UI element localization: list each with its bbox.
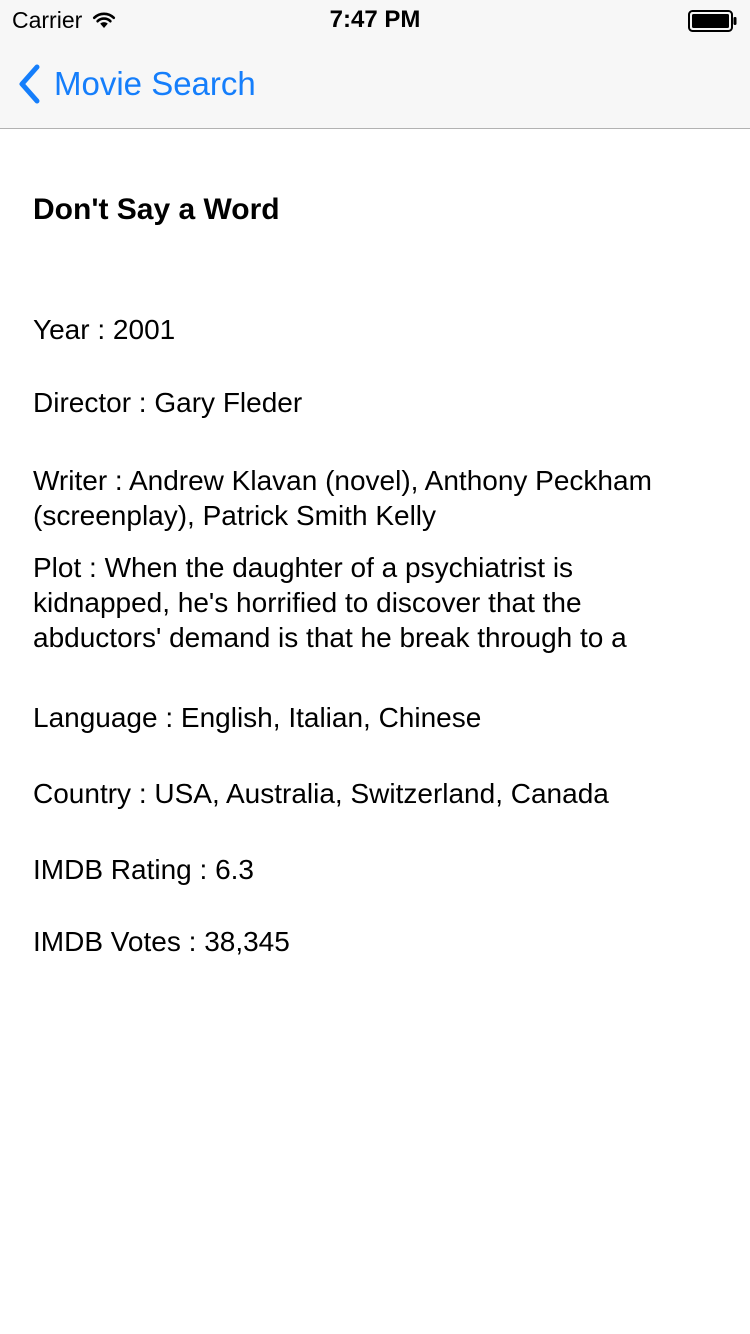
plot-value: When the daughter of a psychiatrist is k… — [33, 552, 627, 653]
country-label: Country — [33, 778, 132, 809]
imdb-rating-value: 6.3 — [215, 854, 254, 885]
navigation-bar: Movie Search — [0, 40, 750, 129]
imdb-rating-label: IMDB Rating — [33, 854, 192, 885]
writer-label: Writer — [33, 465, 108, 496]
chevron-left-icon — [19, 64, 40, 104]
language-field: Language : English, Italian, Chinese — [33, 700, 713, 735]
plot-field: Plot : When the daughter of a psychiatri… — [33, 550, 713, 655]
imdb-votes-label: IMDB Votes — [33, 926, 181, 957]
year-label: Year — [33, 314, 90, 345]
imdb-votes-field: IMDB Votes : 38,345 — [33, 924, 713, 959]
field-separator: : — [180, 926, 205, 957]
field-separator: : — [157, 702, 181, 733]
field-separator: : — [107, 465, 129, 496]
field-separator: : — [131, 387, 155, 418]
director-value: Gary Fleder — [154, 387, 303, 418]
language-label: Language — [33, 702, 158, 733]
field-separator: : — [131, 778, 155, 809]
field-separator: : — [81, 552, 105, 583]
language-value: English, Italian, Chinese — [180, 702, 482, 733]
imdb-votes-value: 38,345 — [204, 926, 290, 957]
country-value: USA, Australia, Switzerland, Canada — [154, 778, 609, 809]
battery-icon — [688, 10, 737, 32]
director-label: Director — [33, 387, 132, 418]
imdb-rating-field: IMDB Rating : 6.3 — [33, 852, 713, 887]
plot-label: Plot — [33, 552, 82, 583]
year-value: 2001 — [112, 314, 176, 345]
status-time: 7:47 PM — [329, 6, 421, 33]
movie-title: Don't Say a Word — [33, 193, 280, 226]
year-field: Year : 2001 — [33, 312, 713, 347]
back-button[interactable]: Movie Search — [16, 62, 256, 106]
back-button-label: Movie Search — [54, 65, 256, 102]
director-field: Director : Gary Fleder — [33, 385, 713, 420]
status-bar: Carrier 7:47 PM — [0, 0, 750, 40]
field-separator: : — [89, 314, 113, 345]
field-separator: : — [191, 854, 216, 885]
country-field: Country : USA, Australia, Switzerland, C… — [33, 776, 713, 811]
writer-field: Writer : Andrew Klavan (novel), Anthony … — [33, 463, 713, 533]
